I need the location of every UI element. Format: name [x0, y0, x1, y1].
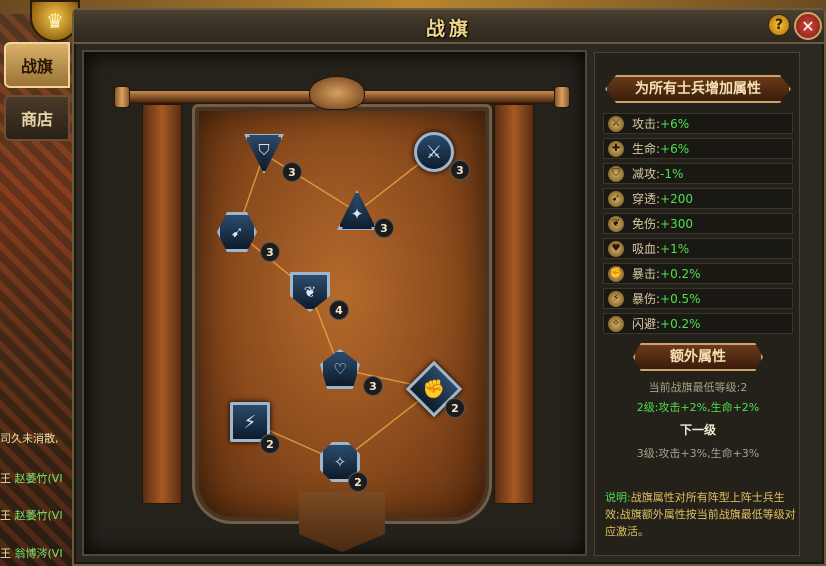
chat-line: 王 赵萎竹(VI — [0, 507, 63, 523]
chat-prefix: 王 — [0, 547, 11, 560]
panel-title: 战旗 — [425, 18, 472, 40]
chat-line: 王 翁博涔(VI — [0, 545, 63, 561]
chat-line: 司久未消散, — [0, 430, 59, 446]
stat-name: 减攻: — [632, 167, 661, 181]
stat-row-penetrate: ➹ 穿透: +200 — [603, 188, 793, 209]
close-button[interactable]: ✕ — [794, 12, 822, 40]
chat-name[interactable]: 赵萎竹(VI — [15, 509, 63, 522]
banner-area: ⛉ 3 ⚔ 3 ✦ 3 ➹ 3 ❦ 4 ♡ 3 ✊ 2 ⚡ 2 ✧ 2 — [82, 50, 587, 556]
stat-row-lifesteal: ♥ 吸血: +1% — [603, 238, 793, 259]
stat-name: 攻击: — [632, 117, 661, 131]
cross-icon: ✚ — [608, 140, 624, 157]
sword-circle-icon: ⚔ — [414, 132, 454, 172]
node-damage-reduce[interactable]: ❦ — [288, 270, 332, 314]
chat-name[interactable]: 赵萎竹(VI — [15, 472, 63, 485]
heart-icon: ♥ — [608, 240, 624, 257]
stat-name: 吸血: — [632, 242, 661, 256]
arrow-icon: ➹ — [608, 190, 624, 207]
stats-panel: 为所有士兵增加属性 ⚔ 攻击: +6% ✚ 生命: +6% ⛉ 减攻: -1% … — [594, 52, 800, 556]
chat-line: 王 赵萎竹(VI — [0, 470, 63, 486]
node-lifesteal[interactable]: ♡ — [318, 347, 362, 391]
node-level-badge: 3 — [260, 242, 280, 262]
stat-row-attack-reduce: ⛉ 减攻: -1% — [603, 163, 793, 184]
triangle-shield-icon: ⛉ — [244, 134, 284, 174]
arrow-hex-icon: ➹ — [217, 212, 257, 252]
feather-icon: ✧ — [608, 315, 624, 332]
next-bonus-text: 3级:攻击+3%,生命+3% — [636, 447, 760, 460]
flag-panel: 战旗 ? ✕ ⛉ 3 ⚔ 3 ✦ 3 ➹ 3 ❦ 4 ♡ 3 ✊ 2 ⚡ 2 ✧… — [72, 8, 826, 566]
stat-name: 暴击: — [632, 267, 661, 281]
heart-pentagon-icon: ♡ — [320, 349, 360, 389]
next-level-label: 下一级 — [679, 423, 716, 437]
stat-row-crit: ✊ 暴击: +0.2% — [603, 263, 793, 284]
stat-value: +6% — [660, 141, 690, 156]
stat-value: +200 — [660, 191, 694, 206]
node-level-badge: 3 — [363, 376, 383, 396]
node-level-badge: 2 — [260, 434, 280, 454]
tab-flag[interactable]: 战旗 — [4, 42, 70, 88]
extra-heading: 额外属性 — [633, 343, 763, 371]
stat-row-hp: ✚ 生命: +6% — [603, 138, 793, 159]
chat-prefix: 王 — [0, 509, 11, 522]
node-attack-reduce[interactable]: ⛉ — [242, 132, 286, 176]
node-level-badge: 3 — [282, 162, 302, 182]
stat-value: +6% — [660, 116, 690, 131]
node-level-badge: 4 — [329, 300, 349, 320]
stat-value: +0.5% — [660, 291, 701, 306]
stat-name: 暴伤: — [632, 292, 661, 306]
node-level-badge: 2 — [348, 472, 368, 492]
stat-row-attack: ⚔ 攻击: +6% — [603, 113, 793, 134]
node-hp[interactable]: ✦ — [335, 188, 379, 232]
game-screen: ♛ 战旗 商店 司久未消散, 王 赵萎竹(VI 王 赵萎竹(VI 王 翁博涔(V… — [0, 0, 826, 566]
stats-heading: 为所有士兵增加属性 — [605, 75, 791, 103]
stat-name: 免伤: — [632, 217, 661, 231]
title-bar: 战旗 ? ✕ — [74, 10, 824, 44]
stat-value: +1% — [660, 241, 690, 256]
sword-icon: ⚔ — [608, 115, 624, 132]
stat-value: +0.2% — [660, 316, 701, 331]
chat-text: 司久未消散, — [0, 432, 59, 445]
help-button[interactable]: ? — [768, 14, 790, 36]
note-text: 战旗属性对所有阵型上阵士兵生效;战旗额外属性按当前战旗最低等级对应激活。 — [605, 491, 796, 538]
node-level-badge: 3 — [450, 160, 470, 180]
stat-value: +0.2% — [660, 266, 701, 281]
stat-row-dodge: ✧ 闪避: +0.2% — [603, 313, 793, 334]
current-bonus-text: 2级:攻击+2%,生命+2% — [636, 401, 760, 414]
description-note: 说明:战旗属性对所有阵型上阵士兵生效;战旗额外属性按当前战旗最低等级对应激活。 — [605, 489, 797, 540]
stat-name: 穿透: — [632, 192, 661, 206]
stat-value: +300 — [660, 216, 694, 231]
chat-name[interactable]: 翁博涔(VI — [15, 547, 63, 560]
tab-shop[interactable]: 商店 — [4, 95, 70, 141]
stat-name: 闪避: — [632, 317, 661, 331]
note-label: 说明: — [605, 491, 631, 504]
blade-icon: ⚡ — [608, 290, 624, 307]
fist-icon: ✊ — [608, 265, 624, 282]
wing-icon: ❦ — [608, 215, 624, 232]
strength-icon: ✦ — [337, 190, 377, 230]
min-level-text: 当前战旗最低等级:2 — [648, 381, 748, 394]
stat-value: -1% — [660, 166, 684, 181]
node-level-badge: 3 — [374, 218, 394, 238]
stat-row-crit-damage: ⚡ 暴伤: +0.5% — [603, 288, 793, 309]
node-level-badge: 2 — [445, 398, 465, 418]
shield-icon: ⛉ — [608, 165, 624, 182]
stat-row-damage-reduce: ❦ 免伤: +300 — [603, 213, 793, 234]
stat-name: 生命: — [632, 142, 661, 156]
wing-shield-icon: ❦ — [290, 272, 330, 312]
chat-prefix: 王 — [0, 472, 11, 485]
node-penetrate[interactable]: ➹ — [215, 210, 259, 254]
